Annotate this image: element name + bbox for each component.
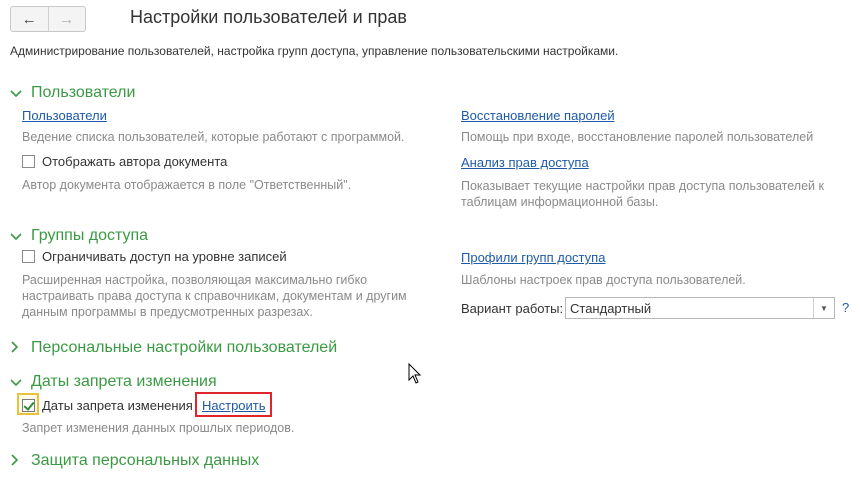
chevron-right-icon — [10, 453, 26, 469]
password-recovery-link[interactable]: Восстановление паролей — [461, 108, 615, 123]
section-users-header[interactable]: Пользователи — [10, 84, 135, 102]
users-link[interactable]: Пользователи — [22, 108, 107, 123]
restrict-access-description-line1: Расширенная настройка, позволяющая макси… — [22, 273, 368, 287]
section-personal-settings-header[interactable]: Персональные настройки пользователей — [10, 339, 337, 357]
password-recovery-description: Помощь при входе, восстановление паролей… — [461, 130, 814, 144]
access-group-profiles-description: Шаблоны настроек прав доступа пользовате… — [461, 273, 746, 287]
work-mode-value: Стандартный — [570, 300, 652, 316]
closing-dates-label: Даты запрета изменения — [42, 398, 193, 413]
chevron-down-icon — [10, 86, 26, 101]
access-group-profiles-link[interactable]: Профили групп доступа — [461, 250, 605, 265]
restrict-access-label: Ограничивать доступ на уровне записей — [42, 249, 287, 264]
work-mode-select[interactable]: Стандартный ▼ — [565, 297, 835, 319]
show-author-checkbox[interactable] — [22, 155, 35, 168]
section-personal-settings-title: Персональные настройки пользователей — [31, 339, 338, 356]
closing-dates-description: Запрет изменения данных прошлых периодов… — [22, 421, 295, 435]
restrict-access-checkbox[interactable] — [22, 250, 35, 263]
section-users-title: Пользователи — [31, 84, 136, 101]
chevron-down-icon — [10, 229, 26, 244]
show-author-label: Отображать автора документа — [42, 154, 228, 169]
users-description: Ведение списка пользователей, которые ра… — [22, 130, 405, 144]
restrict-access-description-line3: данным программы в предусмотренных разре… — [22, 305, 313, 319]
section-closing-dates-title: Даты запрета изменения — [31, 373, 217, 390]
restrict-access-checkbox-row[interactable]: Ограничивать доступ на уровне записей — [22, 249, 287, 264]
section-personal-data-title: Защита персональных данных — [31, 452, 260, 469]
access-analysis-description-line1: Показывает текущие настройки прав доступ… — [461, 179, 824, 193]
help-icon[interactable]: ? — [842, 300, 849, 315]
closing-dates-checkbox[interactable] — [22, 399, 35, 412]
configure-link[interactable]: Настроить — [202, 398, 266, 413]
section-closing-dates-header[interactable]: Даты запрета изменения — [10, 373, 217, 391]
forward-arrow-icon[interactable]: → — [47, 7, 86, 31]
navigation-buttons: ← → — [10, 6, 86, 32]
chevron-right-icon — [10, 340, 26, 356]
page-subtitle: Администрирование пользователей, настрой… — [10, 44, 619, 58]
page-title: Настройки пользователей и прав — [130, 7, 407, 27]
dropdown-arrow-icon[interactable]: ▼ — [813, 298, 834, 318]
closing-dates-checkbox-row[interactable]: Даты запрета изменения — [22, 398, 193, 413]
show-author-description: Автор документа отображается в поле "Отв… — [22, 178, 352, 192]
back-arrow-icon[interactable]: ← — [11, 7, 48, 31]
access-analysis-link[interactable]: Анализ прав доступа — [461, 155, 589, 170]
access-analysis-description-line2: таблицам информационной базы. — [461, 195, 659, 209]
section-access-groups-header[interactable]: Группы доступа — [10, 227, 148, 245]
mouse-cursor-icon — [408, 363, 422, 384]
section-personal-data-header[interactable]: Защита персональных данных — [10, 452, 259, 470]
section-access-groups-title: Группы доступа — [31, 227, 149, 244]
work-mode-label: Вариант работы: — [461, 301, 564, 316]
restrict-access-description-line2: настраивать права доступа к справочникам… — [22, 289, 407, 303]
chevron-down-icon — [10, 375, 26, 390]
show-author-checkbox-row[interactable]: Отображать автора документа — [22, 154, 227, 169]
